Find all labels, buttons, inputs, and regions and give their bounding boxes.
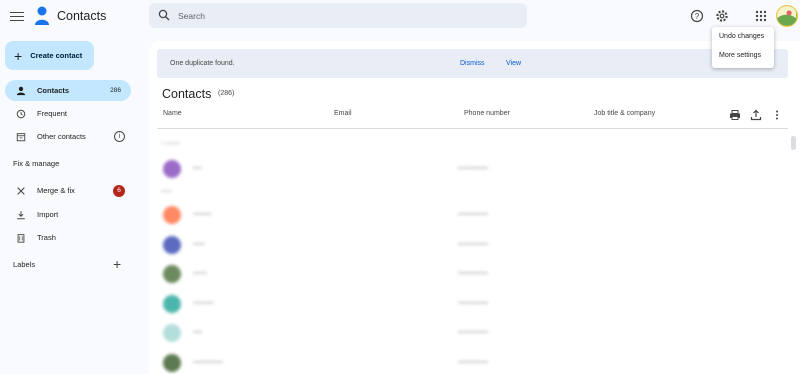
table-row[interactable]: ▪▪▪▪▪▪▪▪ ▪▪▪▪▪▪▪▪▪▪▪▪▪ <box>149 201 789 229</box>
avatar-picture <box>777 6 796 25</box>
sidebar-item-frequent[interactable]: Frequent <box>5 103 131 124</box>
search-input[interactable] <box>178 7 508 24</box>
column-name: Name <box>163 110 182 117</box>
contact-name: ▪▪▪▪▪▪▪▪▪ <box>193 300 214 307</box>
column-phone: Phone number <box>464 110 510 117</box>
more-options-icon[interactable] <box>771 109 783 121</box>
plus-icon: + <box>14 47 23 64</box>
contact-avatar <box>163 295 181 313</box>
create-contact-label: Create contact <box>30 51 83 60</box>
table-row[interactable]: ▪▪▪▪ ▪▪▪▪▪▪▪▪▪▪▪▪▪ <box>149 319 789 347</box>
header-divider <box>157 128 788 129</box>
archive-icon <box>15 131 27 143</box>
contact-phone: ▪▪▪▪▪▪▪▪▪▪▪▪▪ <box>458 211 488 218</box>
merge-badge: 6 <box>113 184 125 197</box>
history-icon <box>15 108 27 120</box>
avatar[interactable] <box>776 5 798 27</box>
sidebar-item-merge-fix[interactable]: Merge & fix 6 <box>5 180 131 201</box>
sidebar-item-label: Other contacts <box>37 132 86 141</box>
download-icon <box>15 209 27 221</box>
column-job: Job title & company <box>594 110 656 117</box>
table-row[interactable]: ▪▪▪▪ ▪▪▪▪▪▪▪▪▪▪▪▪▪ <box>149 155 789 183</box>
view-link[interactable]: View <box>506 60 521 67</box>
menu-icon[interactable] <box>10 9 24 23</box>
contact-phone: ▪▪▪▪▪▪▪▪▪▪▪▪▪ <box>458 270 488 277</box>
apps-grid-icon[interactable] <box>754 9 768 23</box>
contact-count: (286) <box>218 90 235 97</box>
settings-menu: Undo changes More settings <box>712 27 774 68</box>
contact-phone: ▪▪▪▪▪▪▪▪▪▪▪▪▪ <box>458 329 488 336</box>
sidebar-item-other-contacts[interactable]: Other contacts i <box>5 126 131 147</box>
print-icon[interactable] <box>729 109 741 121</box>
app-title: Contacts <box>57 9 107 23</box>
person-icon <box>15 85 27 97</box>
contact-phone: ▪▪▪▪▪▪▪▪▪▪▪▪▪ <box>458 165 488 172</box>
contact-avatar <box>163 236 181 254</box>
sidebar-item-contacts[interactable]: Contacts 286 <box>5 80 131 101</box>
contact-name: ▪▪▪▪▪▪▪▪ <box>193 211 212 218</box>
export-icon[interactable] <box>750 109 762 121</box>
search-icon[interactable] <box>158 9 170 21</box>
table-row[interactable]: ▪▪▪▪▪▪▪▪▪ ▪▪▪▪▪▪▪▪▪▪▪▪▪ <box>149 290 789 318</box>
add-label-icon[interactable]: + <box>113 257 121 271</box>
menu-item-undo-changes[interactable]: Undo changes <box>719 33 764 40</box>
help-icon[interactable]: ? <box>690 9 704 23</box>
group-label: ▪ ▪▪▪▪▪▪▪ <box>161 141 180 147</box>
contact-avatar <box>163 160 181 178</box>
banner-message: One duplicate found. <box>170 60 235 67</box>
sidebar-item-label: Contacts <box>37 86 70 95</box>
scrollbar[interactable] <box>791 136 796 150</box>
merge-icon <box>15 185 27 197</box>
sidebar-item-trash[interactable]: Trash <box>5 227 131 248</box>
table-row[interactable]: ▪▪▪▪▪▪▪▪▪▪▪▪▪ ▪▪▪▪▪▪▪▪▪▪▪▪▪ <box>149 349 789 374</box>
contact-name: ▪▪▪▪▪ <box>193 241 205 248</box>
search-bar[interactable] <box>149 3 527 28</box>
contact-avatar <box>163 324 181 342</box>
svg-text:?: ? <box>695 12 700 21</box>
contact-avatar <box>163 265 181 283</box>
contact-avatar <box>163 206 181 224</box>
contact-name: ▪▪▪▪▪▪▪▪▪▪▪▪▪ <box>193 359 223 366</box>
duplicate-banner: One duplicate found. Dismiss View <box>157 49 788 78</box>
settings-icon[interactable] <box>715 9 729 23</box>
labels-heading: Labels <box>13 260 36 269</box>
contact-name: ▪▪▪▪ <box>193 329 203 336</box>
sidebar-item-label: Merge & fix <box>37 186 75 195</box>
contact-phone: ▪▪▪▪▪▪▪▪▪▪▪▪▪ <box>458 241 488 248</box>
contact-name: ▪▪▪▪▪▪ <box>193 270 207 277</box>
fix-manage-heading: Fix & manage <box>13 159 60 168</box>
page-title: Contacts <box>162 87 212 101</box>
menu-item-more-settings[interactable]: More settings <box>719 52 761 59</box>
table-row[interactable]: ▪▪▪▪▪▪ ▪▪▪▪▪▪▪▪▪▪▪▪▪ <box>149 260 789 288</box>
create-contact-button[interactable]: + Create contact <box>5 41 94 70</box>
top-bar: Contacts ? <box>0 0 800 34</box>
contact-name: ▪▪▪▪ <box>193 165 203 172</box>
sidebar-item-label: Trash <box>37 233 56 242</box>
contact-avatar <box>163 354 181 372</box>
sidebar-item-label: Import <box>37 210 59 219</box>
column-email: Email <box>334 110 352 117</box>
dismiss-link[interactable]: Dismiss <box>460 60 485 67</box>
contacts-count: 286 <box>110 87 121 94</box>
contact-phone: ▪▪▪▪▪▪▪▪▪▪▪▪▪ <box>458 300 488 307</box>
info-icon[interactable]: i <box>114 131 125 142</box>
contacts-logo-icon <box>35 6 49 25</box>
contact-phone: ▪▪▪▪▪▪▪▪▪▪▪▪▪ <box>458 359 488 366</box>
sidebar-item-label: Frequent <box>37 109 68 118</box>
group-label: ▪▪▪▪▪ <box>161 189 172 195</box>
trash-icon <box>15 232 27 244</box>
table-row[interactable]: ▪▪▪▪▪ ▪▪▪▪▪▪▪▪▪▪▪▪▪ <box>149 231 789 259</box>
contacts-main: One duplicate found. Dismiss View Contac… <box>149 41 800 374</box>
sidebar-item-import[interactable]: Import <box>5 204 131 225</box>
